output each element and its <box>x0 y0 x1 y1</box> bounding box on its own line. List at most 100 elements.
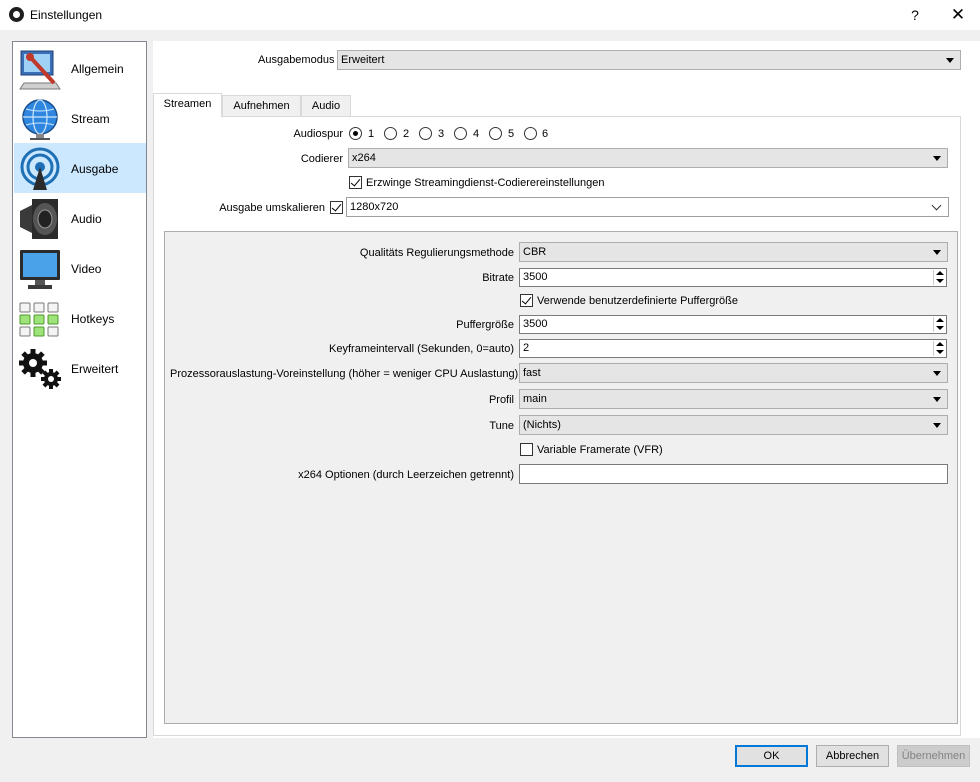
x264-options-input[interactable] <box>519 464 948 484</box>
sidebar-item-label: Ausgabe <box>71 162 119 176</box>
rescale-checkbox[interactable] <box>330 201 343 214</box>
encoder-label: Codierer <box>300 153 343 165</box>
close-button[interactable]: ✕ <box>944 3 972 27</box>
cpu-preset-label: Prozessorauslastung-Voreinstellung (höhe… <box>170 368 519 380</box>
chevron-down-icon <box>931 200 942 211</box>
settings-sidebar: Allgemein Stream Ausgabe Audio Video Hot… <box>12 41 147 738</box>
sidebar-item-ausgabe[interactable]: Ausgabe <box>14 143 146 193</box>
sidebar-item-erweitert[interactable]: Erweitert <box>14 343 146 393</box>
cancel-button[interactable]: Abbrechen <box>816 745 889 767</box>
audio-track-radio-1[interactable] <box>349 127 362 140</box>
spin-down-icon[interactable] <box>936 326 944 330</box>
apply-button[interactable]: Übernehmen <box>897 745 970 767</box>
sidebar-item-label: Audio <box>71 212 102 226</box>
output-mode-value: Erweitert <box>341 54 385 66</box>
keyboard-icon <box>19 302 59 337</box>
buffer-size-value: 3500 <box>523 318 548 330</box>
audio-track-label: Audiospur <box>293 128 343 140</box>
sidebar-item-label: Allgemein <box>71 62 124 76</box>
spin-up-icon[interactable] <box>936 271 944 275</box>
window-title: Einstellungen <box>30 8 103 22</box>
buffer-size-label: Puffergröße <box>456 319 514 331</box>
bitrate-value: 3500 <box>523 271 548 283</box>
tab-aufnehmen[interactable]: Aufnehmen <box>222 95 301 116</box>
audio-track-radio-6[interactable] <box>524 127 537 140</box>
spin-down-icon[interactable] <box>936 279 944 283</box>
help-button[interactable]: ? <box>905 3 925 27</box>
chevron-down-icon <box>946 58 954 63</box>
audio-track-option-label: 4 <box>473 128 480 140</box>
bitrate-spinbox[interactable]: 3500 <box>519 268 947 287</box>
spin-buttons[interactable] <box>933 317 945 332</box>
sidebar-item-video[interactable]: Video <box>14 243 146 293</box>
spin-up-icon[interactable] <box>936 318 944 322</box>
tab-audio[interactable]: Audio <box>301 95 351 116</box>
title-bar: Einstellungen ? ✕ <box>0 0 980 30</box>
sidebar-item-label: Hotkeys <box>71 312 115 326</box>
bitrate-label: Bitrate <box>482 272 514 284</box>
chevron-down-icon <box>933 156 941 161</box>
audio-track-radio-5[interactable] <box>489 127 502 140</box>
audio-track-radio-4[interactable] <box>454 127 467 140</box>
audio-track-option-label: 1 <box>368 128 375 140</box>
rescale-label: Ausgabe umskalieren <box>219 202 325 214</box>
sidebar-item-audio[interactable]: Audio <box>14 193 146 243</box>
keyframe-interval-value: 2 <box>523 342 530 354</box>
general-icon <box>19 50 61 90</box>
vfr-checkbox[interactable] <box>520 443 533 456</box>
sidebar-item-label: Video <box>71 262 102 276</box>
output-mode-select[interactable]: Erweitert <box>337 50 961 70</box>
rate-control-label: Qualitäts Regulierungsmethode <box>359 247 514 259</box>
spin-down-icon[interactable] <box>936 350 944 354</box>
globe-icon <box>22 99 58 140</box>
vfr-label: Variable Framerate (VFR) <box>537 444 663 456</box>
chevron-down-icon <box>933 371 941 376</box>
audio-track-option-label: 2 <box>403 128 410 140</box>
custom-buffer-checkbox[interactable] <box>520 294 533 307</box>
sidebar-item-allgemein[interactable]: Allgemein <box>14 43 146 93</box>
tune-select[interactable]: (Nichts) <box>519 415 948 435</box>
output-mode-label: Ausgabemodus <box>258 54 335 66</box>
chevron-down-icon <box>933 397 941 402</box>
sidebar-item-hotkeys[interactable]: Hotkeys <box>14 293 146 343</box>
profile-label: Profil <box>488 394 514 406</box>
encoder-select[interactable]: x264 <box>348 148 948 168</box>
spin-buttons[interactable] <box>933 341 945 356</box>
rate-control-value: CBR <box>523 246 547 258</box>
encoder-value: x264 <box>352 152 376 164</box>
tab-streamen[interactable]: Streamen <box>153 93 222 117</box>
spin-buttons[interactable] <box>933 270 945 285</box>
broadcast-icon <box>20 147 60 190</box>
sidebar-item-label: Stream <box>71 112 110 126</box>
profile-value: main <box>523 393 547 405</box>
gears-icon <box>19 349 61 389</box>
audio-track-radio-2[interactable] <box>384 127 397 140</box>
speaker-icon <box>20 199 58 239</box>
rate-control-select[interactable]: CBR <box>519 242 948 262</box>
sidebar-item-label: Erweitert <box>71 362 119 376</box>
tune-value: (Nichts) <box>523 419 561 431</box>
monitor-icon <box>20 250 60 289</box>
audio-track-radio-3[interactable] <box>419 127 432 140</box>
custom-buffer-label: Verwende benutzerdefinierte Puffergröße <box>537 295 738 307</box>
rescale-resolution-value: 1280x720 <box>350 201 399 213</box>
audio-track-option-label: 5 <box>508 128 515 140</box>
sidebar-item-stream[interactable]: Stream <box>14 93 146 143</box>
chevron-down-icon <box>933 423 941 428</box>
cpu-preset-select[interactable]: fast <box>519 363 948 383</box>
rescale-resolution-select[interactable]: 1280x720 <box>346 197 949 217</box>
enforce-settings-label: Erzwinge Streamingdienst-Codierereinstel… <box>366 177 605 189</box>
x264-options-label: x264 Optionen (durch Leerzeichen getrenn… <box>298 469 514 481</box>
tune-label: Tune <box>489 420 514 432</box>
cpu-preset-value: fast <box>523 367 541 379</box>
chevron-down-icon <box>933 250 941 255</box>
audio-track-option-label: 6 <box>542 128 549 140</box>
keyframe-interval-spinbox[interactable]: 2 <box>519 339 947 358</box>
profile-select[interactable]: main <box>519 389 948 409</box>
buffer-size-spinbox[interactable]: 3500 <box>519 315 947 334</box>
spin-up-icon[interactable] <box>936 342 944 346</box>
ok-button[interactable]: OK <box>735 745 808 767</box>
keyframe-interval-label: Keyframeintervall (Sekunden, 0=auto) <box>329 343 514 355</box>
enforce-settings-checkbox[interactable] <box>349 176 362 189</box>
audio-track-option-label: 3 <box>438 128 445 140</box>
